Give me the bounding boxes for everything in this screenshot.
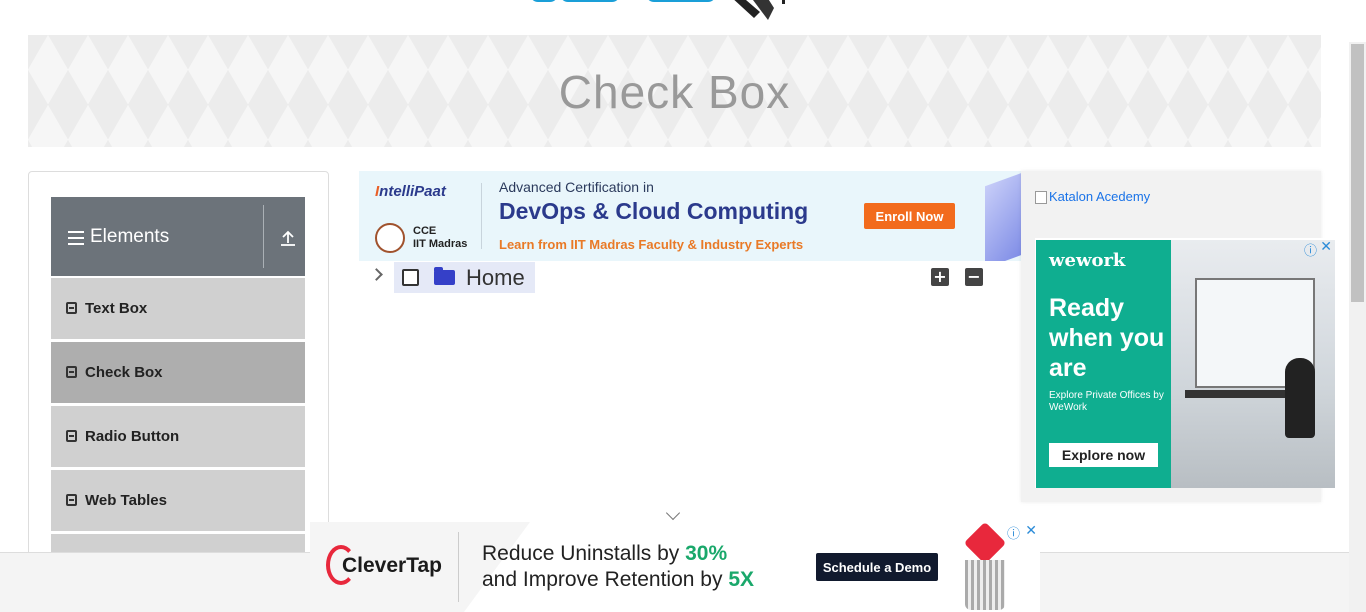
wework-ad[interactable]: wework Ready when you are Explore Privat… [1035,238,1335,488]
wework-logo: wework [1049,250,1126,271]
home-checkbox[interactable] [402,269,419,286]
divider [458,532,459,602]
sidebar-item-web-tables[interactable]: Web Tables [51,469,305,531]
ad-line-2: DevOps & Cloud Computing [499,198,809,224]
explore-now-button[interactable]: Explore now [1049,443,1158,467]
sidebar-item-text-box[interactable]: Text Box [51,277,305,339]
ad-illustration [985,171,1021,261]
ad-cce-text: CCE IIT Madras [413,225,468,250]
collapse-all-button[interactable]: − [965,268,983,286]
ad-line-1: Advanced Certification in [499,179,654,195]
tree-node-home[interactable]: Home [394,262,535,293]
tree-node-label: Home [466,265,525,290]
html-icon [66,366,77,378]
sidebar: Elements Text Box Check Box Radio Button… [28,171,329,612]
checkbox-tree: Home + − [368,262,998,294]
ad-headline: Ready when you are [1049,294,1165,382]
sidebar-item-check-box[interactable]: Check Box [51,341,305,403]
ad-close-icon[interactable]: ✕ [1320,238,1332,255]
sidebar-group-elements[interactable]: Elements [51,197,305,276]
menu-icon [68,231,84,245]
scrollbar-thumb[interactable] [1351,44,1364,302]
sidebar-item-label: Check Box [85,364,163,381]
intellipaat-ad[interactable]: IntelliPaat CCE IIT Madras Advanced Cert… [359,171,1021,261]
site-logo[interactable] [520,0,850,28]
enroll-now-button[interactable]: Enroll Now [864,203,955,229]
page-title: Check Box [558,66,791,118]
html-icon [66,430,77,442]
ad-line-1: Reduce Uninstalls by 30% [482,542,728,565]
ad-line-3: Learn from IIT Madras Faculty & Industry… [499,237,804,252]
schedule-demo-button[interactable]: Schedule a Demo [816,553,938,581]
tools-icon [734,0,785,20]
cce-logo-icon [375,223,405,253]
divider [263,205,264,268]
office-person [1285,358,1315,438]
katalon-ad-link[interactable]: Katalon Acedemy [1035,189,1150,205]
ad-subline: Explore Private Offices by WeWork [1049,390,1164,413]
sidebar-item-label: Radio Button [85,428,180,445]
ad-close-icon[interactable]: ✕ [1025,522,1037,539]
trash-bin-icon [965,560,1005,610]
logo-fragment [646,0,716,2]
sidebar-group-label: Elements [90,226,170,247]
broken-image-icon [1035,191,1047,205]
ad-panel: wework Ready when you are Explore Privat… [1036,240,1171,488]
sidebar-item-label: Web Tables [85,492,167,509]
ad-info-icon[interactable]: ⓘ [1007,523,1020,542]
html-icon [66,302,77,314]
html-icon [66,494,77,506]
logo-fragment [560,0,620,2]
office-desk [1185,390,1295,398]
sidebar-item-radio-button[interactable]: Radio Button [51,405,305,467]
ad-brand: IntelliPaat [375,183,446,200]
clevertap-ad[interactable]: CleverTap Reduce Uninstalls by 30% and I… [310,522,1040,612]
expand-all-button[interactable]: + [931,268,949,286]
page-scrollbar[interactable] [1349,42,1366,612]
expand-chevron-icon[interactable] [370,268,383,281]
page-banner: Check Box [28,35,1321,147]
collapse-up-icon[interactable] [279,229,297,247]
folder-icon [434,267,455,285]
ad-info-icon[interactable]: ⓘ [1304,240,1317,259]
divider [481,183,482,249]
sidebar-item-label: Text Box [85,300,148,317]
chevron-down-icon[interactable] [665,505,681,521]
clevertap-logo: CleverTap [342,554,442,577]
app-icon [963,522,1007,565]
logo-fragment [530,0,558,2]
ad-line-2: and Improve Retention by 5X [482,568,754,591]
